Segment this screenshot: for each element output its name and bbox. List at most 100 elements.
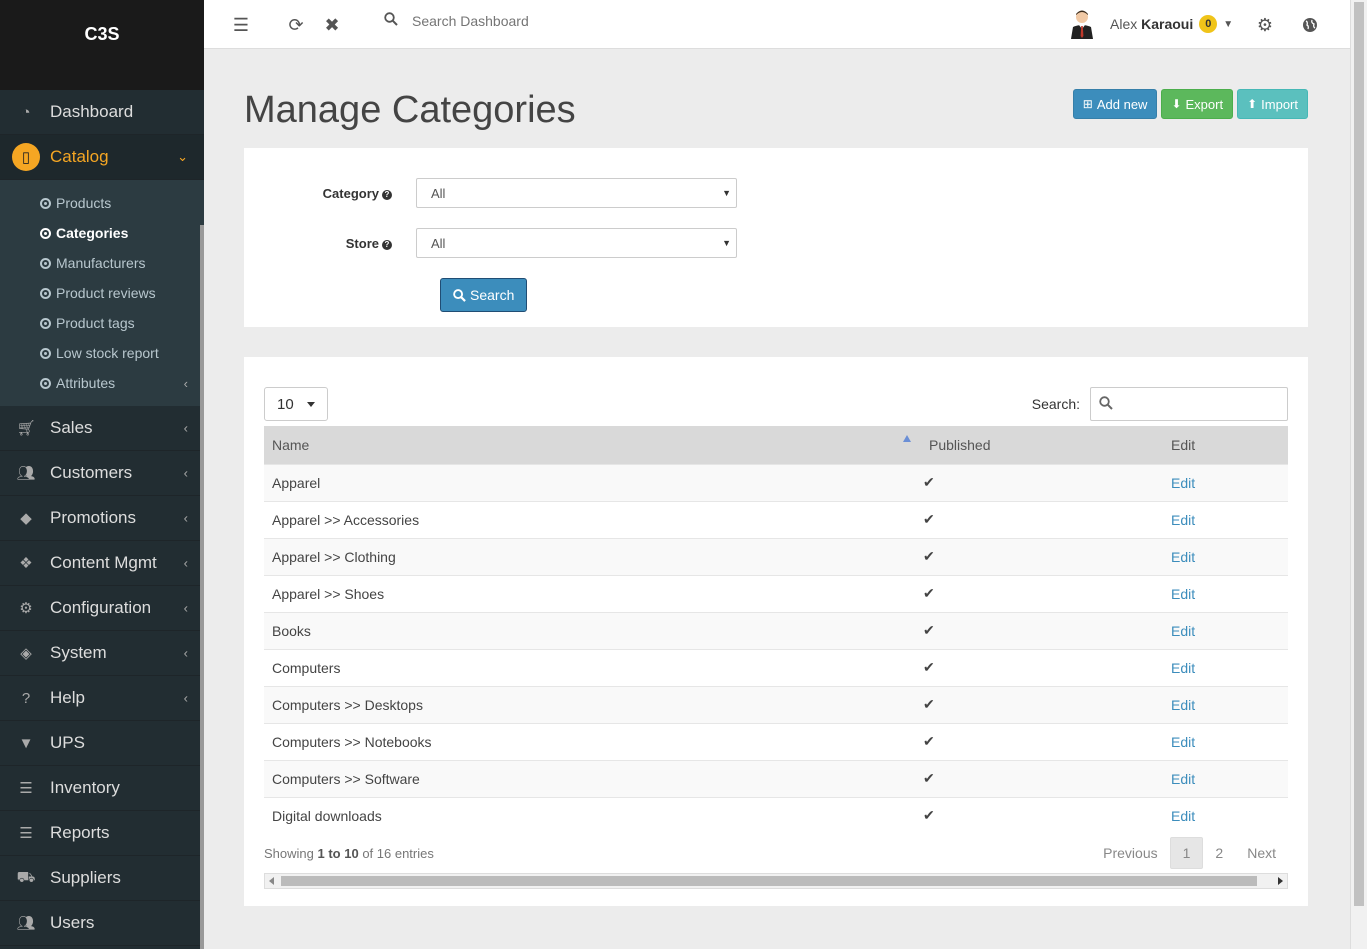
category-label: Category? [244,186,416,201]
user-first-name: Alex [1110,16,1138,32]
sidebar-subitem-label: Categories [56,225,129,241]
sidebar-item-label: Promotions [50,508,136,527]
previous-page-button[interactable]: Previous [1091,837,1169,869]
sidebar-item-label: Configuration [50,598,152,617]
refresh-icon[interactable]: ⟳ [285,14,307,36]
sidebar-item-configuration[interactable]: ⚙ Configuration ‹ [0,586,204,631]
checkmark-icon: ✔ [923,659,935,675]
add-new-button[interactable]: ⊞ Add new [1072,89,1158,119]
published-cell: ✔ [921,463,1163,501]
sidebar-subitem-low-stock-report[interactable]: Low stock report [0,338,204,368]
column-header-published[interactable]: Published [921,426,1163,464]
sidebar-item-suppliers[interactable]: ⛟ Suppliers [0,856,204,901]
sidebar-item-inventory[interactable]: ☰ Inventory [0,766,204,811]
sidebar-item-catalog[interactable]: ▯ Catalog ⌄ [0,135,204,180]
published-cell: ✔ [921,759,1163,797]
edit-link[interactable]: Edit [1171,586,1195,602]
edit-cell: Edit [1163,685,1288,723]
sidebar-item-customers[interactable]: 👥︎ Customers ‹ [0,451,204,496]
edit-link[interactable]: Edit [1171,697,1195,713]
page-length-select[interactable]: 10 [264,387,328,421]
chevron-left-icon: ‹ [183,465,188,481]
edit-link[interactable]: Edit [1171,512,1195,528]
sidebar-subitem-categories[interactable]: Categories [0,218,204,248]
dropdown-arrow-icon: ▼ [722,188,731,198]
table-row: Computers ✔ Edit [264,648,1288,686]
page-vertical-scrollbar[interactable] [1350,0,1367,949]
sidebar-item-content-mgmt[interactable]: ❖ Content Mgmt ‹ [0,541,204,586]
scroll-right-arrow-icon[interactable] [1278,877,1283,885]
column-header-name[interactable]: Name [264,426,921,464]
sidebar-item-system[interactable]: ◈ System ‹ [0,631,204,676]
edit-link[interactable]: Edit [1171,660,1195,676]
page-1-button[interactable]: 1 [1169,837,1204,869]
export-button[interactable]: ⬇ Export [1161,89,1234,119]
category-select[interactable]: All ▼ [416,178,737,208]
next-page-button[interactable]: Next [1235,837,1288,869]
circle-dot-icon [40,287,51,299]
close-icon[interactable]: ✖ [321,14,343,36]
user-menu[interactable]: Alex Karaoui 0 ▼ [1070,9,1233,39]
chevron-left-icon: ‹ [183,645,188,661]
published-cell: ✔ [921,796,1163,834]
search-input[interactable] [412,12,712,29]
checkmark-icon: ✔ [923,770,935,786]
gear-icon[interactable]: ⚙ [1254,14,1276,36]
brand-logo[interactable]: C3S [0,0,204,68]
help-icon[interactable]: ? [382,189,392,200]
search-button[interactable]: Search [440,278,528,312]
edit-link[interactable]: Edit [1171,734,1195,750]
help-icon[interactable]: ? [382,239,392,250]
circle-dot-icon [40,257,51,269]
sidebar-item-users[interactable]: 👥︎ Users [0,901,204,946]
edit-link[interactable]: Edit [1171,475,1195,491]
dashboard-icon: ◔ [21,103,31,121]
table-search-input[interactable] [1090,387,1288,421]
import-button[interactable]: ⬆ Import [1237,89,1308,119]
dropdown-arrow-icon: ▼ [722,238,731,248]
scroll-left-arrow-icon[interactable] [269,877,274,885]
category-name: Apparel >> Accessories [264,500,921,538]
page-2-button[interactable]: 2 [1203,837,1235,869]
edit-link[interactable]: Edit [1171,808,1195,824]
globe-icon[interactable] [1299,14,1321,36]
menu-toggle-icon[interactable]: ☰ [230,14,252,36]
sidebar-subitem-products[interactable]: Products [0,188,204,218]
info-suffix: of 16 entries [362,846,434,861]
sidebar-item-ups[interactable]: ▼ UPS [0,721,204,766]
sidebar-item-label: Dashboard [50,102,134,121]
dashboard-search [384,12,712,29]
checkmark-icon: ✔ [923,585,935,601]
categories-table: Name Published Edit Apparel ✔ Edit Apparel… [264,426,1288,834]
sidebar-subitem-product-tags[interactable]: Product tags [0,308,204,338]
column-header-edit: Edit [1163,426,1288,464]
scrollbar-thumb[interactable] [1354,2,1364,906]
plus-square-icon: ⊞ [1082,97,1093,111]
sidebar-subitem-attributes[interactable]: Attributes ‹ [0,368,204,398]
book-icon: ▯ [12,143,40,171]
edit-link[interactable]: Edit [1171,771,1195,787]
sidebar-subitem-product-reviews[interactable]: Product reviews [0,278,204,308]
circle-dot-icon [40,347,51,359]
edit-link[interactable]: Edit [1171,549,1195,565]
store-select[interactable]: All ▼ [416,228,737,258]
sidebar-item-dashboard[interactable]: ◔ Dashboard [0,90,204,135]
sidebar-item-sales[interactable]: 🛒︎ Sales ‹ [0,406,204,451]
table-row: Apparel >> Shoes ✔ Edit [264,574,1288,612]
filter-panel: Category? All ▼ Store? All ▼ Search [244,148,1308,327]
sidebar-item-reports[interactable]: ☰ Reports [0,811,204,856]
user-last-name: Karaoui [1141,16,1194,32]
published-cell: ✔ [921,685,1163,723]
table-row: Apparel >> Clothing ✔ Edit [264,537,1288,575]
checkmark-icon: ✔ [923,474,935,490]
sidebar-item-help[interactable]: ? Help ‹ [0,676,204,721]
list-icon: ☰ [19,825,33,842]
sort-ascending-icon [903,435,911,442]
scrollbar-thumb[interactable] [281,876,1257,886]
table-search: Search: [1032,387,1288,421]
sidebar-subitem-manufacturers[interactable]: Manufacturers [0,248,204,278]
table-horizontal-scrollbar[interactable] [264,873,1288,889]
chevron-left-icon: ‹ [183,375,188,391]
edit-link[interactable]: Edit [1171,623,1195,639]
sidebar-item-promotions[interactable]: ◆ Promotions ‹ [0,496,204,541]
